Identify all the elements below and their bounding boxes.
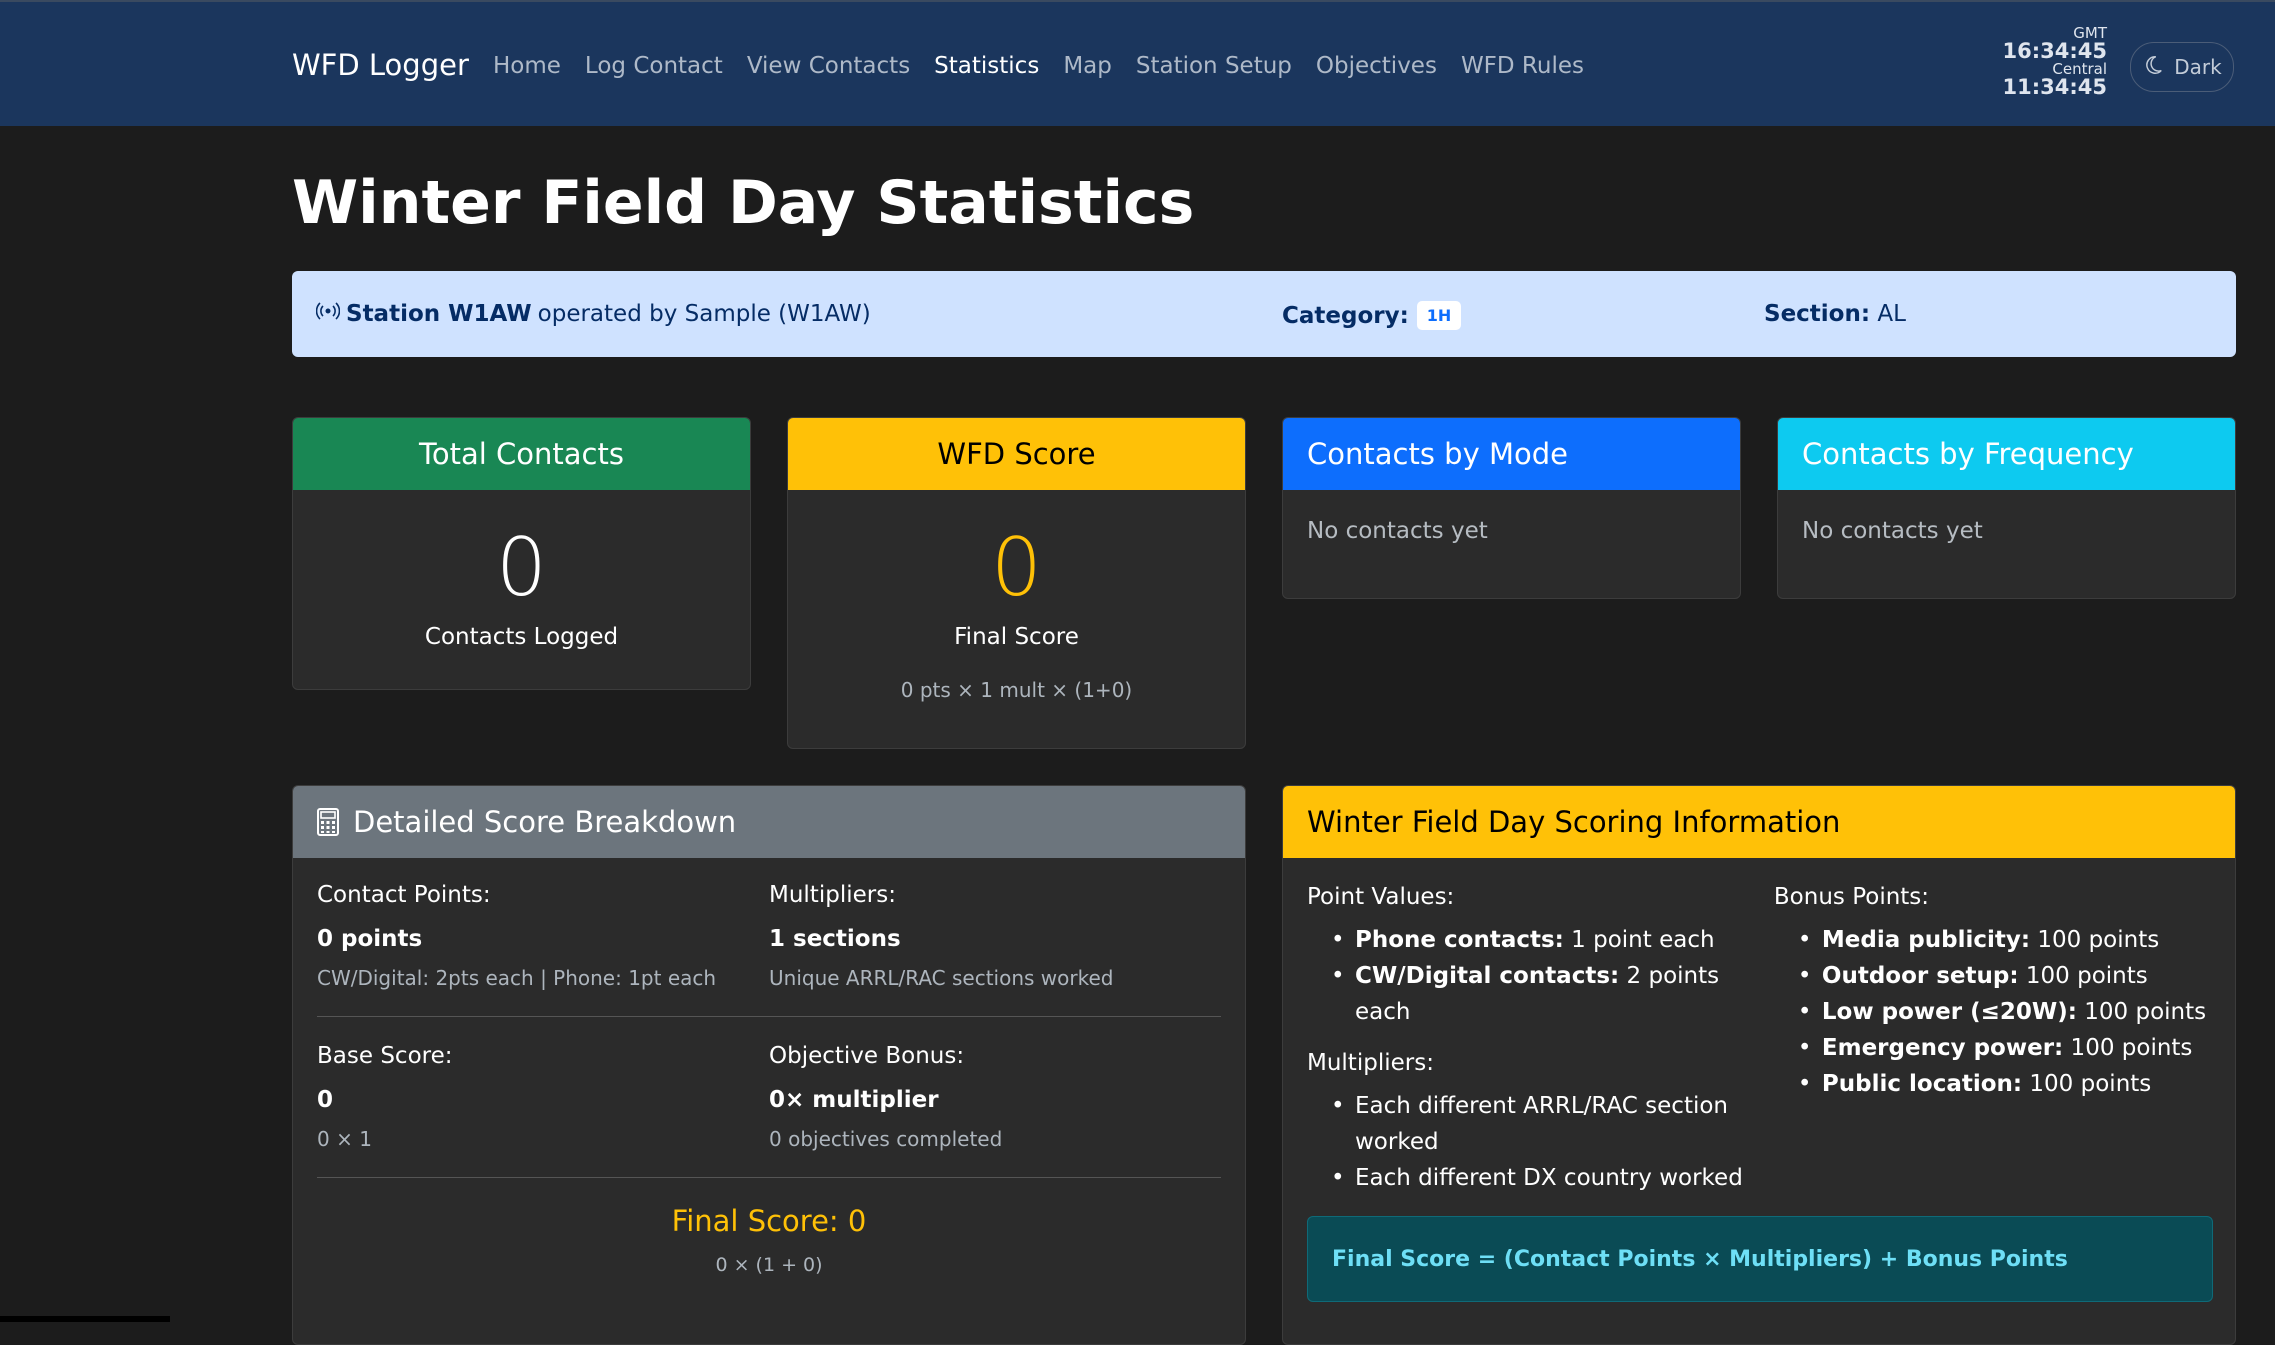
final-score: Final Score: 0 [317,1204,1221,1238]
nav-links: Home Log Contact View Contacts Statistic… [493,53,1584,79]
wfd-score-formula: 0 pts × 1 mult × (1+0) [788,678,1245,702]
clock-time-central: 11:34:45 [2003,77,2107,98]
theme-label: Dark [2174,55,2221,79]
moon-icon [2142,54,2164,81]
bonus-points-label: Bonus Points: [1774,884,2211,910]
station-callsign: Station W1AW [346,301,532,327]
page-title: Winter Field Day Statistics [292,168,1194,238]
category-badge: 1H [1417,301,1462,330]
base-score-note: 0 × 1 [317,1127,769,1151]
list-item: Emergency power: 100 points [1774,1030,2211,1066]
contact-points-note: CW/Digital: 2pts each | Phone: 1pt each [317,966,769,990]
wfd-score-value: 0 [788,524,1245,612]
contacts-by-mode-empty: No contacts yet [1283,490,1740,572]
total-contacts-header: Total Contacts [293,418,750,490]
multipliers-list: Each different ARRL/RAC section worked E… [1307,1088,1774,1196]
station-info-bar: Station W1AW operated by Sample (W1AW) C… [292,271,2236,357]
total-contacts-card: Total Contacts 0 Contacts Logged [292,417,751,690]
base-score-value: 0 [317,1087,769,1113]
section-label: Section: [1764,301,1870,327]
score-breakdown-header: Detailed Score Breakdown [293,786,1245,858]
broadcast-icon [316,301,340,327]
contact-points-label: Contact Points: [317,882,769,908]
nav-station-setup[interactable]: Station Setup [1136,53,1292,79]
nav-home[interactable]: Home [493,53,561,79]
wfd-score-header: WFD Score [788,418,1245,490]
nav-objectives[interactable]: Objectives [1316,53,1437,79]
objective-bonus-label: Objective Bonus: [769,1043,1221,1069]
list-item: Each different ARRL/RAC section worked [1307,1088,1774,1160]
theme-toggle-button[interactable]: Dark [2130,42,2234,92]
divider [317,1177,1221,1178]
multipliers-note: Unique ARRL/RAC sections worked [769,966,1221,990]
list-item: Media publicity: 100 points [1774,922,2211,958]
contacts-by-frequency-header: Contacts by Frequency [1778,418,2235,490]
score-breakdown-card: Detailed Score Breakdown Contact Points:… [292,785,1246,1345]
list-item: Public location: 100 points [1774,1066,2211,1102]
contacts-by-frequency-card: Contacts by Frequency No contacts yet [1777,417,2236,599]
calculator-icon [317,808,339,836]
bonus-points-list: Media publicity: 100 points Outdoor setu… [1774,922,2211,1102]
nav-map[interactable]: Map [1063,53,1112,79]
point-values-label: Point Values: [1307,884,1774,910]
list-item: Phone contacts: 1 point each [1307,922,1774,958]
list-item: Outdoor setup: 100 points [1774,958,2211,994]
contacts-by-frequency-empty: No contacts yet [1778,490,2235,572]
bottom-strip [0,1316,170,1322]
final-score-formula-box: Final Score = (Contact Points × Multipli… [1307,1216,2213,1302]
scoring-info-card: Winter Field Day Scoring Information Poi… [1282,785,2236,1345]
nav-log-contact[interactable]: Log Contact [585,53,723,79]
multipliers-value: 1 sections [769,926,1221,952]
list-item: Each different DX country worked [1307,1160,1774,1196]
navbar: WFD Logger Home Log Contact View Contact… [0,0,2275,126]
total-contacts-value: 0 [293,524,750,612]
total-contacts-sub: Contacts Logged [293,624,750,650]
contact-points-value: 0 points [317,926,769,952]
category-label: Category: [1282,303,1409,329]
point-values-list: Phone contacts: 1 point each CW/Digital … [1307,922,1774,1030]
contacts-by-mode-card: Contacts by Mode No contacts yet [1282,417,1741,599]
nav-wfd-rules[interactable]: WFD Rules [1461,53,1584,79]
divider [317,1016,1221,1017]
nav-statistics[interactable]: Statistics [934,53,1039,79]
list-item: Low power (≤20W): 100 points [1774,994,2211,1030]
score-breakdown-title: Detailed Score Breakdown [353,805,736,839]
scoring-info-header: Winter Field Day Scoring Information [1283,786,2235,858]
final-score-formula: 0 × (1 + 0) [317,1254,1221,1276]
wfd-score-sub: Final Score [788,624,1245,650]
multipliers-info-label: Multipliers: [1307,1050,1774,1076]
list-item: CW/Digital contacts: 2 points each [1307,958,1774,1030]
brand-link[interactable]: WFD Logger [292,48,469,82]
base-score-label: Base Score: [317,1043,769,1069]
clock: GMT 16:34:45 Central 11:34:45 [2003,26,2107,98]
nav-view-contacts[interactable]: View Contacts [747,53,910,79]
wfd-score-card: WFD Score 0 Final Score 0 pts × 1 mult ×… [787,417,1246,749]
objective-bonus-note: 0 objectives completed [769,1127,1221,1151]
clock-time-gmt: 16:34:45 [2003,41,2107,62]
objective-bonus-value: 0× multiplier [769,1087,1221,1113]
section-value: AL [1877,301,1906,327]
multipliers-label: Multipliers: [769,882,1221,908]
contacts-by-mode-header: Contacts by Mode [1283,418,1740,490]
station-operator: operated by Sample (W1AW) [538,301,871,327]
